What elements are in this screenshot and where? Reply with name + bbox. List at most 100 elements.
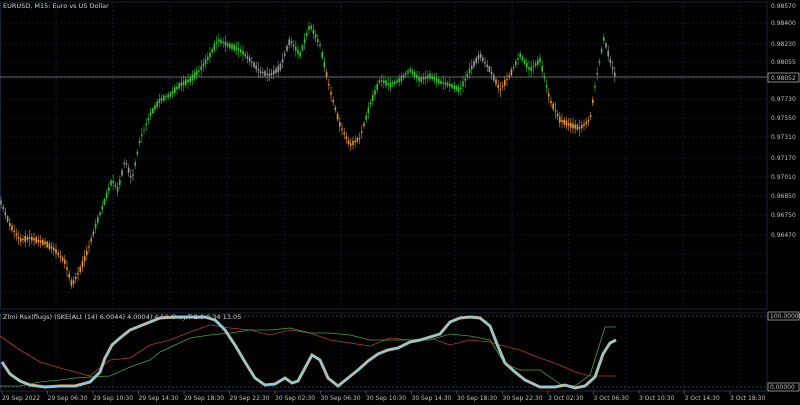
candle-body (11, 225, 13, 231)
time-axis-label: 29 Sep 18:30 (184, 395, 224, 402)
candle-body (281, 59, 284, 63)
candle-body (361, 131, 363, 133)
candle-body (444, 82, 447, 85)
candle-body (598, 61, 601, 64)
candle-body (9, 222, 11, 227)
candle-body (319, 44, 321, 46)
candle-body (193, 72, 196, 79)
candle-body (488, 66, 491, 73)
candle-body (451, 84, 453, 88)
candle-body (17, 237, 20, 239)
candle-body (376, 84, 378, 90)
candle-body (132, 174, 134, 176)
candle-body (526, 62, 528, 68)
candle-body (125, 163, 128, 165)
candle-body (596, 72, 598, 75)
candle-body (468, 68, 471, 74)
candle-body (97, 217, 99, 223)
candle-body (517, 58, 519, 60)
candle-body (528, 67, 530, 70)
candle-body (565, 120, 568, 126)
candle-body (147, 118, 150, 120)
time-axis-label: 30 Sep 06:30 (321, 395, 361, 402)
candle-body (240, 49, 242, 53)
candle-body (585, 121, 587, 125)
candle-body (152, 108, 154, 114)
chart-canvas[interactable]: 0.985700.984000.982300.980550.978900.977… (0, 0, 800, 405)
candle-body (187, 79, 189, 83)
candle-body (552, 103, 554, 110)
candle-body (53, 247, 55, 251)
candle-body (178, 83, 180, 89)
candle-body (438, 78, 440, 84)
candle-body (171, 90, 174, 94)
price-tick-label: 0.97010 (771, 174, 796, 181)
candle-body (15, 233, 18, 236)
candle-body (180, 82, 183, 87)
candle-body (497, 84, 499, 88)
time-axis-label: 30 Sep 22:30 (503, 395, 543, 402)
candle-body (435, 77, 438, 83)
candle-body (561, 119, 563, 123)
candle-body (198, 70, 200, 72)
candle-body (233, 44, 235, 51)
candle-body (255, 65, 257, 70)
candle-body (160, 97, 163, 101)
candle-body (112, 180, 114, 184)
candle-body (484, 61, 486, 64)
candle-body (477, 55, 480, 60)
candle-body (176, 86, 178, 90)
candle-body (405, 73, 407, 76)
candle-body (398, 78, 400, 83)
candle-body (323, 61, 326, 68)
candle-body (165, 96, 167, 98)
candle-body (545, 85, 548, 88)
time-axis-label: 30 Sep 10:30 (366, 395, 406, 402)
candle-body (185, 79, 187, 86)
candle-body (299, 52, 301, 57)
candle-body (365, 115, 367, 120)
candle-body (581, 124, 583, 129)
price-tick-label: 0.96750 (771, 212, 796, 219)
candle-body (55, 249, 57, 254)
candle-body (429, 73, 431, 79)
candle-body (519, 53, 521, 57)
price-tick-label: 0.97170 (771, 155, 796, 162)
candle-body (103, 198, 106, 205)
candle-body (592, 99, 594, 104)
candle-body (383, 80, 385, 84)
candle-body (196, 70, 198, 76)
candle-body (116, 187, 119, 192)
candle-body (141, 134, 143, 137)
candle-body (174, 87, 176, 93)
candle-body (105, 192, 108, 199)
candle-body (372, 95, 374, 101)
candle-body (457, 87, 460, 92)
candle-body (407, 70, 409, 74)
candle-body (253, 62, 255, 68)
candle-body (321, 52, 323, 58)
candle-body (493, 74, 495, 81)
candle-body (594, 85, 596, 88)
candle-body (277, 66, 279, 73)
candle-body (24, 236, 26, 242)
time-axis-label: 3 Oct 18:30 (730, 395, 765, 402)
candle-body (334, 107, 337, 111)
price-tick-label: 0.98570 (771, 3, 796, 10)
candle-body (350, 143, 352, 146)
candle-body (22, 238, 24, 241)
candle-body (556, 113, 559, 117)
candle-body (72, 280, 75, 284)
candle-body (550, 100, 552, 104)
candle-body (246, 56, 249, 59)
candle-body (475, 58, 477, 64)
candle-body (61, 257, 64, 261)
candle-body (378, 80, 381, 83)
candle-body (572, 123, 574, 129)
price-tick-label: 0.97730 (771, 96, 796, 103)
candle-body (284, 53, 286, 56)
candle-body (121, 170, 123, 176)
candle-body (548, 93, 550, 97)
chart-window[interactable]: 0.985700.984000.982300.980550.978900.977… (0, 0, 800, 405)
candle-body (312, 29, 315, 35)
